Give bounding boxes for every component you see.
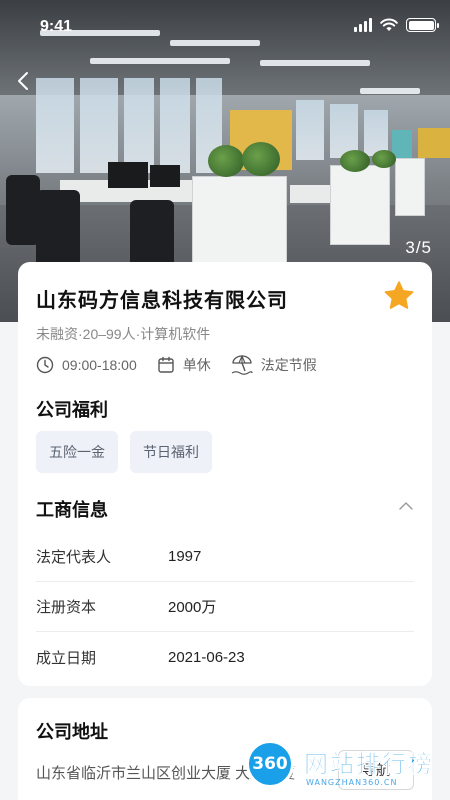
chevron-left-icon: [18, 72, 28, 90]
watermark-name: 网站排行榜: [304, 751, 434, 779]
back-button[interactable]: [10, 66, 36, 96]
info-label: 法定代表人: [36, 549, 112, 566]
business-info-title: 工商信息: [36, 500, 108, 520]
address-title: 公司地址: [36, 722, 108, 742]
chevron-up-icon: [399, 502, 413, 510]
company-info-card: 山东码方信息科技有限公司 未融资·20–99人·计算机软件 09:00-18:0…: [18, 262, 432, 686]
info-row-capital: 注册资本 2000万: [36, 582, 414, 632]
star-icon: [384, 281, 414, 309]
favorite-button[interactable]: [382, 279, 416, 313]
status-bar: 9:41: [0, 0, 450, 56]
calendar-icon: [158, 356, 174, 373]
info-value: 1997: [168, 548, 202, 565]
status-time: 9:41: [40, 18, 73, 35]
company-tags: 未融资·20–99人·计算机软件: [36, 326, 211, 342]
work-meta-row: 09:00-18:00 单休 法定节假: [36, 355, 337, 375]
photo-counter: 3/5: [405, 238, 432, 257]
work-hours: 09:00-18:00: [36, 356, 137, 374]
watermark-badge: 360: [246, 740, 294, 788]
benefits-list: 五险一金 节日福利: [36, 431, 212, 473]
holidays: 法定节假: [231, 355, 317, 375]
info-value: 2000万: [168, 599, 217, 616]
benefit-chip: 节日福利: [130, 431, 212, 473]
benefits-title: 公司福利: [36, 400, 108, 420]
benefit-chip: 五险一金: [36, 431, 118, 473]
watermark-logo: 360 网站排行榜 WANGZHAN360.CN: [246, 740, 450, 800]
watermark-url: WANGZHAN360.CN: [306, 778, 398, 787]
collapse-toggle[interactable]: [396, 498, 416, 514]
business-info-table: 法定代表人 1997 注册资本 2000万 成立日期 2021-06-23: [36, 532, 414, 682]
info-label: 注册资本: [36, 599, 97, 616]
cellular-signal-icon: [354, 18, 372, 32]
clock-icon: [36, 356, 54, 374]
info-row-legal-rep: 法定代表人 1997: [36, 532, 414, 582]
info-row-founded: 成立日期 2021-06-23: [36, 632, 414, 682]
company-detail-page: 9:41 3/5 山东码方信息科技有限公司 未融资·20–99人·计算机软件 0…: [0, 0, 450, 800]
info-label: 成立日期: [36, 649, 97, 667]
beach-umbrella-icon: [231, 355, 253, 375]
battery-icon: [406, 18, 439, 32]
wifi-icon: [380, 18, 398, 31]
info-value: 2021-06-23: [168, 648, 245, 666]
company-name: 山东码方信息科技有限公司: [36, 290, 288, 312]
rest-days: 单休: [157, 355, 211, 375]
